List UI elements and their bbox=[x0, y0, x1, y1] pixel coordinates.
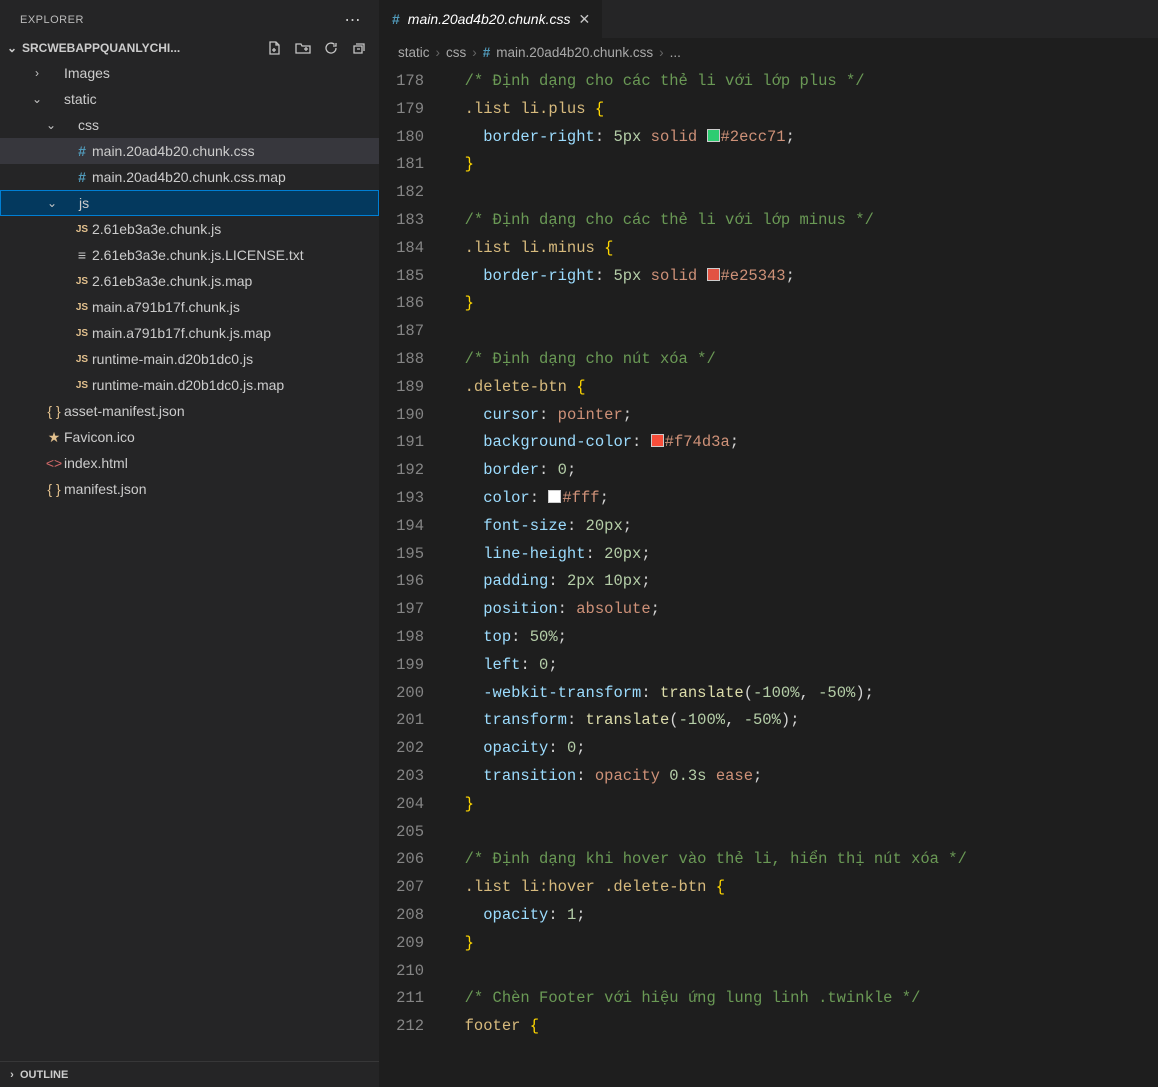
tree-file[interactable]: <>index.html bbox=[0, 450, 379, 476]
project-actions bbox=[267, 40, 373, 56]
tree-file[interactable]: ≡2.61eb3a3e.chunk.js.LICENSE.txt bbox=[0, 242, 379, 268]
tree-label: static bbox=[64, 91, 97, 107]
project-name: SRCWEBAPPQUANLYCHI... bbox=[22, 41, 265, 55]
tree-label: Images bbox=[64, 65, 110, 81]
color-swatch bbox=[707, 129, 720, 142]
breadcrumb-part[interactable]: main.20ad4b20.chunk.css bbox=[496, 45, 653, 60]
tree-file[interactable]: JS2.61eb3a3e.chunk.js bbox=[0, 216, 379, 242]
tree-label: css bbox=[78, 117, 99, 133]
sidebar-header: EXPLORER ⋯ bbox=[0, 0, 379, 38]
collapse-all-icon[interactable] bbox=[351, 40, 367, 56]
chevron-right-icon: › bbox=[436, 45, 441, 60]
file-tree[interactable]: › Images ⌄ static ⌄ css #main.20ad4b20.chunk.c… bbox=[0, 58, 379, 1060]
refresh-icon[interactable] bbox=[323, 40, 339, 56]
chevron-down-icon: ⌄ bbox=[4, 41, 20, 55]
sidebar-title: EXPLORER bbox=[20, 14, 84, 26]
color-swatch bbox=[707, 268, 720, 281]
star-icon: ★ bbox=[44, 429, 64, 446]
tree-label: manifest.json bbox=[64, 481, 146, 497]
chevron-right-icon: › bbox=[472, 45, 477, 60]
js-icon: JS bbox=[72, 224, 92, 235]
js-icon: JS bbox=[72, 380, 92, 391]
text-icon: ≡ bbox=[72, 247, 92, 263]
tree-label: js bbox=[79, 195, 89, 211]
tab-active[interactable]: # main.20ad4b20.chunk.css ✕ bbox=[380, 0, 603, 38]
chevron-right-icon: › bbox=[4, 1069, 20, 1081]
breadcrumb-part[interactable]: css bbox=[446, 45, 466, 60]
tree-label: 2.61eb3a3e.chunk.js.LICENSE.txt bbox=[92, 247, 304, 263]
tree-folder[interactable]: ⌄ css bbox=[0, 112, 379, 138]
tree-label: main.20ad4b20.chunk.css bbox=[92, 143, 255, 159]
tree-label: asset-manifest.json bbox=[64, 403, 185, 419]
breadcrumb-part[interactable]: static bbox=[398, 45, 430, 60]
tree-file[interactable]: #main.20ad4b20.chunk.css.map bbox=[0, 164, 379, 190]
json-icon: { } bbox=[44, 481, 64, 497]
outline-label: OUTLINE bbox=[20, 1069, 68, 1081]
chevron-down-icon: ⌄ bbox=[45, 196, 59, 210]
tree-file[interactable]: { }asset-manifest.json bbox=[0, 398, 379, 424]
tree-label: 2.61eb3a3e.chunk.js.map bbox=[92, 273, 252, 289]
tree-file[interactable]: ★Favicon.ico bbox=[0, 424, 379, 450]
tree-file[interactable]: JSmain.a791b17f.chunk.js bbox=[0, 294, 379, 320]
tab-label: main.20ad4b20.chunk.css bbox=[408, 11, 571, 27]
project-header[interactable]: ⌄ SRCWEBAPPQUANLYCHI... bbox=[0, 38, 379, 58]
chevron-right-icon: › bbox=[30, 66, 44, 80]
new-file-icon[interactable] bbox=[267, 40, 283, 56]
hash-icon: # bbox=[483, 45, 491, 60]
js-icon: JS bbox=[72, 328, 92, 339]
js-icon: JS bbox=[72, 354, 92, 365]
tree-label: main.a791b17f.chunk.js.map bbox=[92, 325, 271, 341]
tree-file[interactable]: JSruntime-main.d20b1dc0.js.map bbox=[0, 372, 379, 398]
json-icon: { } bbox=[44, 403, 64, 419]
close-icon[interactable]: ✕ bbox=[578, 11, 590, 28]
tree-label: Favicon.ico bbox=[64, 429, 135, 445]
tree-label: runtime-main.d20b1dc0.js bbox=[92, 351, 253, 367]
hash-icon: # bbox=[72, 169, 92, 185]
tree-file[interactable]: { }manifest.json bbox=[0, 476, 379, 502]
hash-icon: # bbox=[72, 143, 92, 159]
editor-area: # main.20ad4b20.chunk.css ✕ static › css › #… bbox=[380, 0, 1158, 1087]
chevron-down-icon: ⌄ bbox=[30, 92, 44, 106]
explorer-sidebar: EXPLORER ⋯ ⌄ SRCWEBAPPQUANLYCHI... › Imag… bbox=[0, 0, 380, 1087]
tree-file[interactable]: JSmain.a791b17f.chunk.js.map bbox=[0, 320, 379, 346]
breadcrumb-part[interactable]: ... bbox=[670, 45, 681, 60]
tree-label: index.html bbox=[64, 455, 128, 471]
tree-folder[interactable]: ⌄ static bbox=[0, 86, 379, 112]
hash-icon: # bbox=[392, 11, 400, 27]
chevron-down-icon: ⌄ bbox=[44, 118, 58, 132]
tree-file[interactable]: JS2.61eb3a3e.chunk.js.map bbox=[0, 268, 379, 294]
tree-file[interactable]: #main.20ad4b20.chunk.css bbox=[0, 138, 379, 164]
tree-folder[interactable]: › Images bbox=[0, 60, 379, 86]
tree-label: runtime-main.d20b1dc0.js.map bbox=[92, 377, 284, 393]
color-swatch bbox=[548, 490, 561, 503]
sidebar-more-icon[interactable]: ⋯ bbox=[341, 10, 366, 30]
new-folder-icon[interactable] bbox=[295, 40, 311, 56]
tree-label: main.20ad4b20.chunk.css.map bbox=[92, 169, 286, 185]
code-content[interactable]: /* Định dạng cho các thẻ li với lớp plus… bbox=[446, 68, 1158, 1087]
tree-label: main.a791b17f.chunk.js bbox=[92, 299, 240, 315]
code-editor[interactable]: 1781791801811821831841851861871881891901… bbox=[380, 66, 1158, 1087]
tree-folder[interactable]: ⌄ js bbox=[0, 190, 379, 216]
color-swatch bbox=[651, 434, 664, 447]
chevron-right-icon: › bbox=[659, 45, 664, 60]
tab-bar: # main.20ad4b20.chunk.css ✕ bbox=[380, 0, 1158, 38]
js-icon: JS bbox=[72, 302, 92, 313]
html-icon: <> bbox=[44, 455, 64, 471]
tree-label: 2.61eb3a3e.chunk.js bbox=[92, 221, 221, 237]
js-icon: JS bbox=[72, 276, 92, 287]
tree-file[interactable]: JSruntime-main.d20b1dc0.js bbox=[0, 346, 379, 372]
line-gutter: 1781791801811821831841851861871881891901… bbox=[380, 68, 446, 1087]
breadcrumb[interactable]: static › css › # main.20ad4b20.chunk.css ›... bbox=[380, 38, 1158, 66]
outline-section[interactable]: › OUTLINE bbox=[0, 1061, 379, 1087]
